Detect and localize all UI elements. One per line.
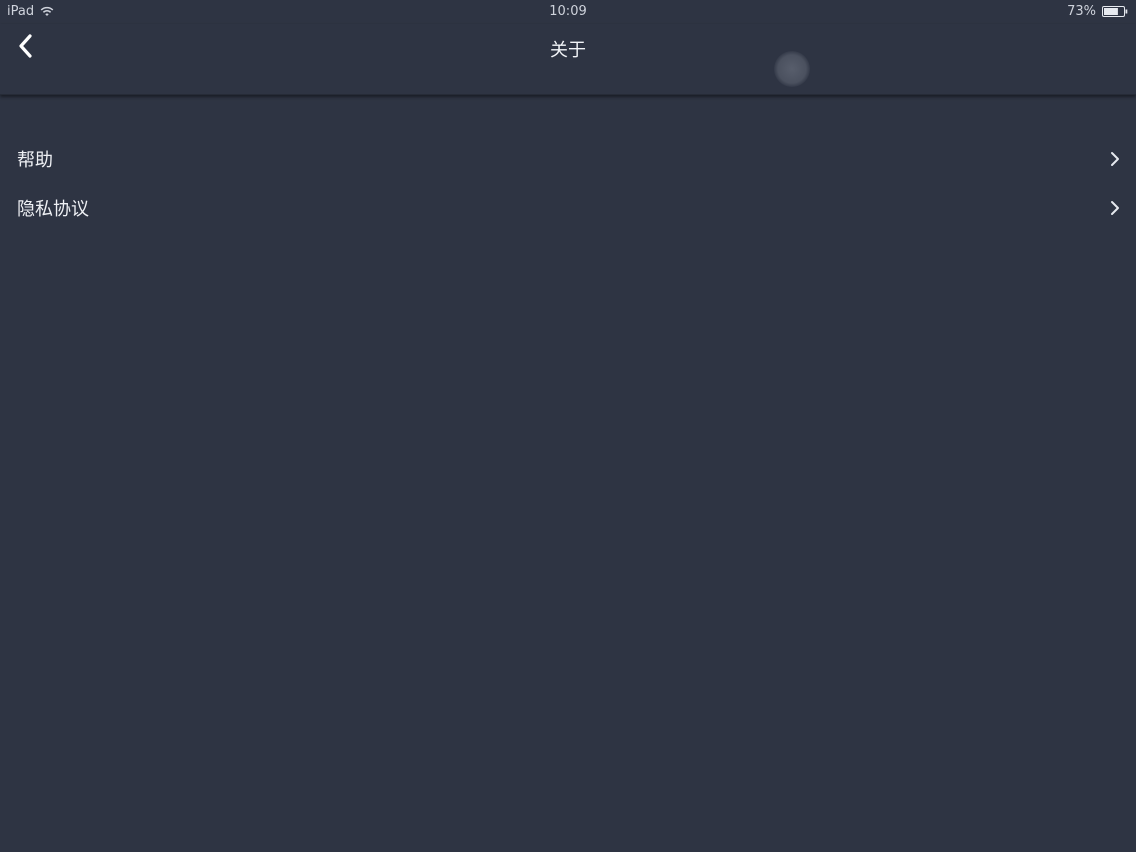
- battery-icon: [1102, 6, 1128, 17]
- battery-percentage: 73%: [1067, 4, 1096, 19]
- chevron-right-icon: [1110, 151, 1120, 167]
- status-bar: iPad 10:09 73%: [0, 0, 1136, 24]
- chevron-right-icon: [1110, 200, 1120, 216]
- navigation-bar: 关于: [0, 24, 1136, 95]
- touch-indicator: [774, 51, 810, 87]
- status-right: 73%: [1067, 4, 1128, 19]
- list-item-label: 隐私协议: [17, 198, 89, 220]
- settings-list: 帮助 隐私协议: [0, 134, 1136, 232]
- list-item-privacy-agreement[interactable]: 隐私协议: [0, 183, 1136, 232]
- page-title: 关于: [550, 40, 586, 61]
- status-time: 10:09: [549, 4, 587, 19]
- about-screen: iPad 10:09 73% 关于 帮助 隐私协议: [0, 0, 1136, 852]
- list-item-label: 帮助: [17, 149, 53, 171]
- list-item-help[interactable]: 帮助: [0, 134, 1136, 183]
